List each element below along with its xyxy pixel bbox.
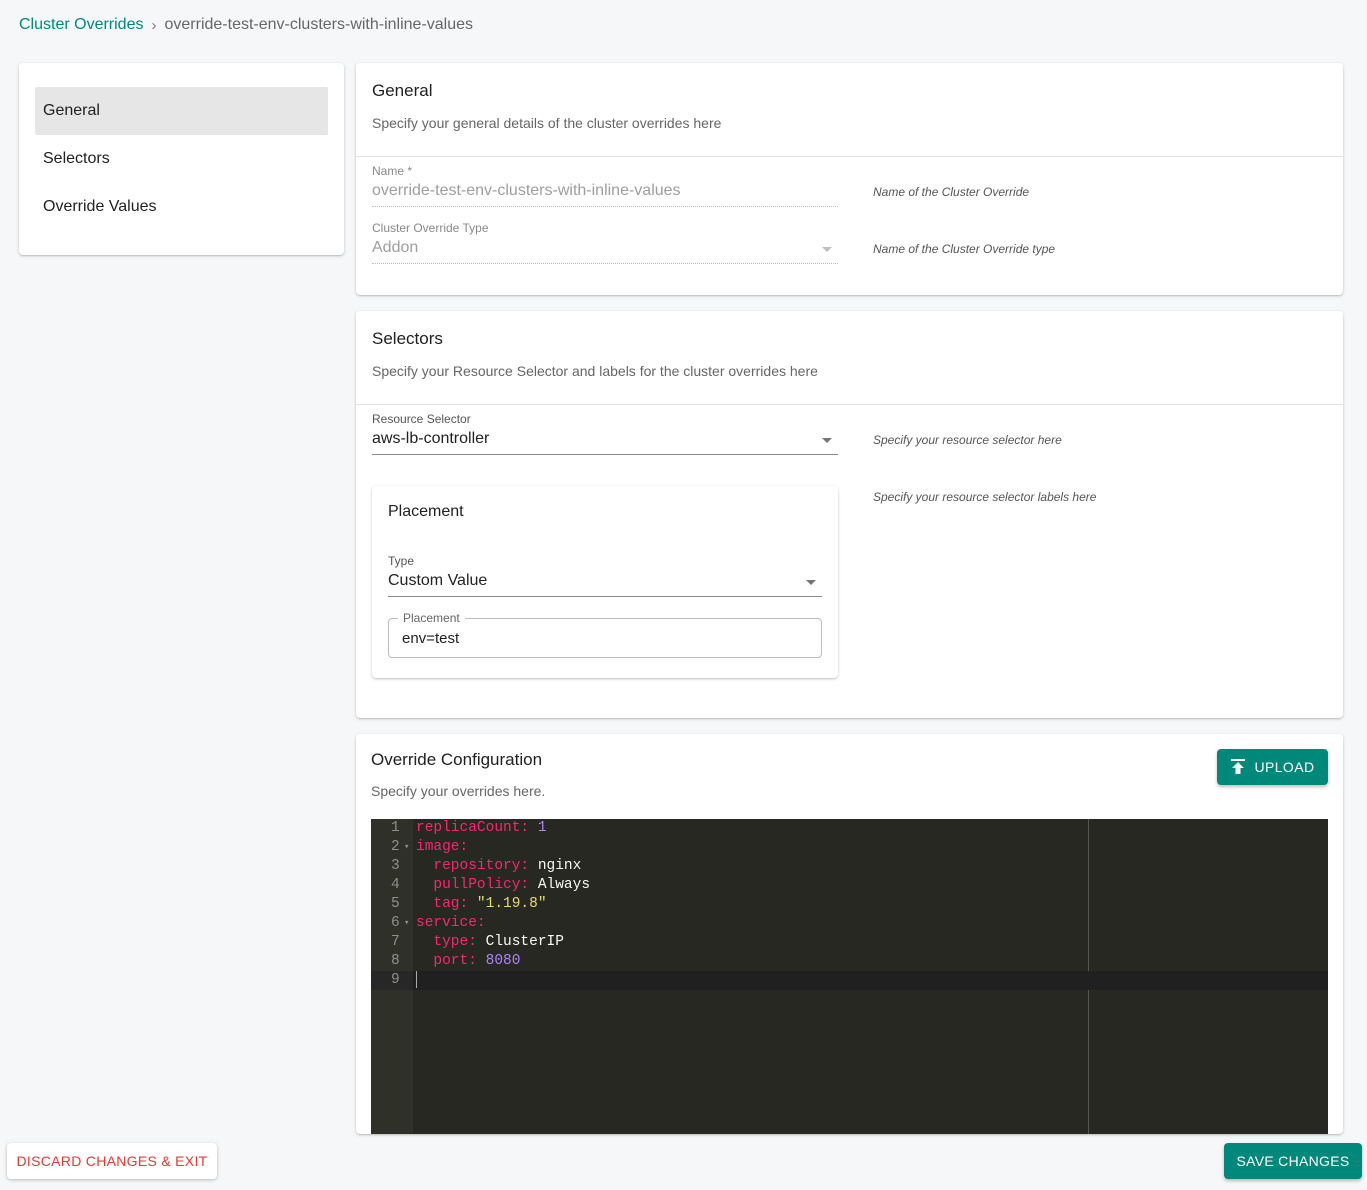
breadcrumb-current: override-test-env-clusters-with-inline-v… (164, 16, 474, 33)
chevron-down-icon (822, 438, 832, 443)
upload-icon (1230, 759, 1245, 774)
chevron-down-icon (822, 247, 832, 252)
selectors-title: Selectors (372, 329, 443, 348)
code-key: service: (416, 915, 486, 931)
placement-type-label: Type (388, 554, 415, 568)
placement-input-value[interactable]: env=test (402, 630, 459, 647)
code-line: 1 replicaCount: 1 (371, 819, 1328, 838)
name-hint: Name of the Cluster Override (873, 185, 1030, 199)
upload-button[interactable]: UPLOAD (1217, 749, 1328, 785)
code-line: 9 (371, 971, 1328, 990)
resource-selector-select[interactable]: Resource Selector aws-lb-controller (372, 412, 838, 455)
upload-button-label: UPLOAD (1254, 759, 1315, 775)
text-cursor (416, 971, 417, 988)
line-number: 1 (391, 820, 400, 836)
resource-selector-hint: Specify your resource selector here (873, 433, 1062, 447)
breadcrumb-cluster-overrides-link[interactable]: Cluster Overrides (19, 16, 143, 34)
code-key: pullPolicy: (433, 877, 530, 893)
section-nav: General Selectors Override Values (19, 63, 344, 255)
placement-input-label: Placement (398, 611, 465, 625)
override-description: Specify your overrides here. (371, 783, 546, 799)
line-number: 4 (391, 877, 400, 893)
fold-toggle-icon[interactable]: ▾ (404, 838, 409, 857)
name-field-value[interactable]: override-test-env-clusters-with-inline-v… (372, 182, 838, 207)
placement-type-value: Custom Value (388, 572, 488, 589)
override-configuration-section: Override Configuration Specify your over… (356, 734, 1343, 1134)
selectors-header: Selectors Specify your Resource Selector… (356, 311, 1343, 405)
code-text: replicaCount: 1 (416, 819, 547, 838)
type-hint: Name of the Cluster Override type (873, 242, 1056, 256)
general-header: General Specify your general details of … (356, 63, 1343, 157)
resource-selector-value: aws-lb-controller (372, 430, 490, 447)
cluster-override-type-value: Addon (372, 239, 419, 256)
breadcrumb-separator: › (151, 16, 157, 34)
placement-card: Placement Type Custom Value Placement en… (372, 486, 838, 678)
selectors-section: Selectors Specify your Resource Selector… (356, 311, 1343, 718)
name-field-label: Name * (372, 164, 413, 178)
placement-title: Placement (388, 503, 464, 520)
name-field[interactable]: Name * override-test-env-clusters-with-i… (372, 164, 838, 207)
save-changes-button[interactable]: SAVE CHANGES (1224, 1143, 1362, 1179)
code-value: 8080 (476, 953, 521, 969)
breadcrumb: Cluster Overrides › override-test-env-cl… (19, 16, 473, 34)
code-value: nginx (529, 858, 582, 874)
code-text (416, 971, 417, 990)
nav-item-general[interactable]: General (35, 87, 328, 135)
yaml-code-editor[interactable]: 1 replicaCount: 1 2 ▾ image: 3 repository: ng… (371, 819, 1328, 1134)
code-text: service: (416, 914, 486, 933)
line-number: 5 (391, 896, 400, 912)
code-line: 4 pullPolicy: Always (371, 876, 1328, 895)
code-line: 3 repository: nginx (371, 857, 1328, 876)
line-number: 8 (391, 953, 400, 969)
placement-type-select[interactable]: Type Custom Value (388, 554, 822, 597)
general-title: General (372, 81, 433, 100)
code-text: type: ClusterIP (416, 933, 564, 952)
cluster-override-type-label: Cluster Override Type (372, 221, 489, 235)
code-key: image: (416, 839, 469, 855)
placement-type-value-wrap: Custom Value (388, 572, 822, 597)
code-text: image: (416, 838, 468, 857)
cluster-override-type-select[interactable]: Cluster Override Type Addon (372, 221, 838, 264)
resource-labels-hint: Specify your resource selector labels he… (873, 490, 1097, 504)
general-description: Specify your general details of the clus… (372, 115, 722, 131)
code-key: tag: (433, 896, 469, 912)
code-value: ClusterIP (476, 934, 564, 950)
code-key: type: (433, 934, 477, 950)
code-line: 7 type: ClusterIP (371, 933, 1328, 952)
code-text: tag: "1.19.8" (416, 895, 547, 914)
placement-input[interactable]: Placement env=test (388, 611, 822, 658)
chevron-down-icon (806, 580, 816, 585)
code-key: repository: (433, 858, 530, 874)
nav-item-override-values[interactable]: Override Values (35, 183, 328, 231)
code-key: port: (433, 953, 477, 969)
code-value: Always (529, 877, 591, 893)
general-section: General Specify your general details of … (356, 63, 1343, 295)
fold-toggle-icon[interactable]: ▾ (404, 914, 409, 933)
cluster-override-type-value-wrap: Addon (372, 239, 838, 264)
code-line: 2 ▾ image: (371, 838, 1328, 857)
code-value: "1.19.8" (468, 896, 547, 912)
code-value: 1 (529, 820, 547, 836)
nav-item-selectors[interactable]: Selectors (35, 135, 328, 183)
code-text: repository: nginx (416, 857, 581, 876)
line-number: 3 (391, 858, 400, 874)
selectors-description: Specify your Resource Selector and label… (372, 363, 818, 379)
resource-selector-label: Resource Selector (372, 412, 471, 426)
code-text: pullPolicy: Always (416, 876, 590, 895)
line-number: 9 (371, 971, 413, 990)
code-line: 6 ▾ service: (371, 914, 1328, 933)
code-line: 8 port: 8080 (371, 952, 1328, 971)
code-key: replicaCount: (416, 820, 530, 836)
resource-selector-value-wrap: aws-lb-controller (372, 430, 838, 455)
code-line: 5 tag: "1.19.8" (371, 895, 1328, 914)
discard-changes-button[interactable]: DISCARD CHANGES & EXIT (7, 1143, 217, 1179)
line-number: 7 (391, 934, 400, 950)
code-text: port: 8080 (416, 952, 520, 971)
override-title: Override Configuration (371, 750, 543, 769)
